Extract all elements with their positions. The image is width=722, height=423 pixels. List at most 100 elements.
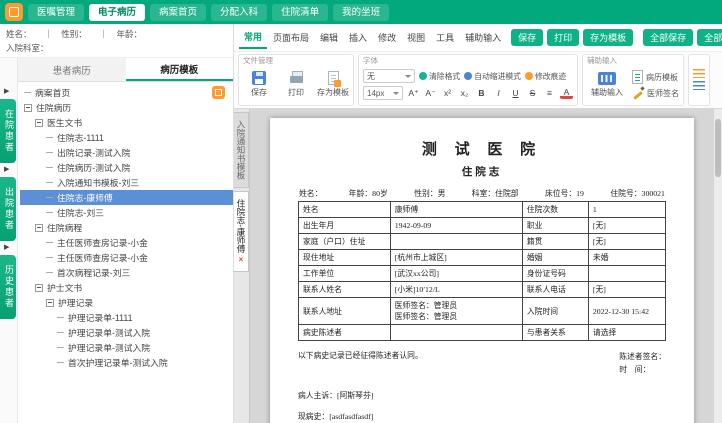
tree-item[interactable]: 主任医师查房记录-小金 xyxy=(20,250,233,265)
chief-complaint-line[interactable]: 病人主诉：[阿斯琴芬] xyxy=(298,390,666,401)
cell-value[interactable]: [无] xyxy=(587,281,667,298)
present-illness-line[interactable]: 现病史：[asdfasdfasdf] xyxy=(298,411,666,422)
ribbon-tab-view[interactable]: 视图 xyxy=(402,27,430,48)
tab-patient-records[interactable]: 患者病历 xyxy=(18,58,126,81)
catalog-list-icon[interactable] xyxy=(693,81,705,90)
homepage-template-icon[interactable] xyxy=(212,86,225,99)
cell-value[interactable] xyxy=(587,265,667,282)
close-all-button[interactable]: 全部关闭 xyxy=(697,29,722,46)
page-container[interactable]: 测 试 医 院 住院志 姓名： 年龄：80岁 性别：男 科室：住院部 床位号：1… xyxy=(250,109,714,423)
cell-value[interactable]: [武汉xx公司] xyxy=(389,265,523,282)
tree-node-nursing-records[interactable]: 护理记录 xyxy=(20,295,233,310)
cell-value[interactable]: 请选择 xyxy=(587,324,667,341)
nav-tab-emr[interactable]: 电子病历 xyxy=(89,3,146,21)
strikethrough-button[interactable]: S xyxy=(526,86,539,100)
bold-button[interactable]: B xyxy=(475,86,488,100)
tree-collapse-icon[interactable] xyxy=(35,223,43,232)
cell-value[interactable]: [无] xyxy=(587,217,667,234)
tree-item[interactable]: 首次病程记录-刘三 xyxy=(20,265,233,280)
tree-item-homepage[interactable]: 病案首页 xyxy=(20,85,233,100)
nav-tab-assign-dept[interactable]: 分配入科 xyxy=(211,3,268,21)
cell-value[interactable]: 1 xyxy=(587,201,667,218)
tree-collapse-icon[interactable] xyxy=(35,118,43,127)
tree-item-selected[interactable]: 住院志-康师傅 xyxy=(20,190,233,205)
tree-item[interactable]: 护理记录单-1111 xyxy=(20,310,233,325)
ribbon-tab-page-layout[interactable]: 页面布局 xyxy=(268,27,314,48)
font-size-select[interactable]: 14px xyxy=(363,86,403,100)
subscript-button[interactable]: x₂ xyxy=(458,86,471,100)
signer-label[interactable]: 陈述者签名： xyxy=(619,350,666,363)
ribbon-tab-tools[interactable]: 工具 xyxy=(431,27,459,48)
cell-value[interactable] xyxy=(389,233,523,250)
underline-button[interactable]: U xyxy=(509,86,522,100)
tree-item[interactable]: 住院志-刘三 xyxy=(20,205,233,220)
record-template-button[interactable]: 病历模板 xyxy=(632,70,679,84)
present-illness-value[interactable]: [asdfasdfasdf] xyxy=(329,412,373,421)
tree-node-nurse-docs[interactable]: 护士文书 xyxy=(20,280,233,295)
vertical-scrollbar[interactable] xyxy=(714,109,722,423)
cell-value[interactable]: 1942-09-09 xyxy=(389,217,523,234)
ribbon-tab-common[interactable]: 常用 xyxy=(239,26,268,49)
cell-value[interactable]: 未婚 xyxy=(587,249,667,266)
tree-item[interactable]: 住院志-1111 xyxy=(20,130,233,145)
nav-tab-inpatient-list[interactable]: 住院清单 xyxy=(272,3,329,21)
font-family-select[interactable]: 无 xyxy=(363,69,415,83)
side-tab-history[interactable]: 历史患者 xyxy=(0,255,16,319)
tree-collapse-icon[interactable] xyxy=(24,103,32,112)
font-bigger-button[interactable]: A⁺ xyxy=(407,86,420,100)
tab-record-templates[interactable]: 病历模板 xyxy=(125,58,233,81)
tree-item[interactable]: 护理记录单-测试入院 xyxy=(20,340,233,355)
scrollbar-thumb[interactable] xyxy=(715,119,721,177)
ribbon-tab-assist-input[interactable]: 辅助输入 xyxy=(460,27,506,48)
tree-node-doctor-docs[interactable]: 医生文书 xyxy=(20,115,233,130)
cell-value[interactable]: [无] xyxy=(587,233,667,250)
superscript-button[interactable]: x² xyxy=(441,86,454,100)
cell-value[interactable] xyxy=(389,324,523,341)
cell-value[interactable]: 2022-12-30 15:42 xyxy=(587,297,667,325)
ribbon-tab-edit[interactable]: 编辑 xyxy=(315,27,343,48)
tree-item[interactable]: 首次护理记录单-测试入院 xyxy=(20,355,233,370)
cell-value[interactable]: [小米]10′12/L xyxy=(389,281,523,298)
chief-complaint-value[interactable]: [阿斯琴芬] xyxy=(337,391,373,400)
medical-record-page[interactable]: 测 试 医 院 住院志 姓名： 年龄：80岁 性别：男 科室：住院部 床位号：1… xyxy=(270,118,694,423)
print-button[interactable]: 打印 xyxy=(547,29,580,46)
font-color-button[interactable]: A xyxy=(560,87,573,99)
side-tab-inpatients[interactable]: 在院患者 xyxy=(0,99,16,163)
ribbon-tab-insert[interactable]: 插入 xyxy=(344,27,372,48)
tree-item[interactable]: 出院记录-测试入院 xyxy=(20,145,233,160)
doc-tab-inpatient-record[interactable]: 住院志-康师傅 × xyxy=(234,190,249,273)
font-smaller-button[interactable]: A⁻ xyxy=(424,86,437,100)
tree-node-inpatient-record[interactable]: 住院病历 xyxy=(20,100,233,115)
tree-item[interactable]: 入院通知书模板-刘三 xyxy=(20,175,233,190)
ribbon-save-template-button[interactable]: 存为模板 xyxy=(317,71,349,98)
time-label[interactable]: 时 间： xyxy=(619,363,666,376)
save-all-button[interactable]: 全部保存 xyxy=(643,29,694,46)
tree-node-progress-notes[interactable]: 住院病程 xyxy=(20,220,233,235)
cell-value[interactable]: 康师傅 xyxy=(389,201,523,218)
assist-input-button[interactable]: 辅助输入 xyxy=(587,71,627,98)
save-as-template-button[interactable]: 存为模板 xyxy=(583,29,634,46)
doctor-signature-button[interactable]: 医师签名 xyxy=(632,87,679,99)
outline-list-icon[interactable] xyxy=(693,69,705,78)
clear-format-toggle[interactable]: 清除格式 xyxy=(419,71,460,82)
side-tab-discharged[interactable]: 出院患者 xyxy=(0,177,16,241)
close-tab-icon[interactable]: × xyxy=(239,255,244,264)
cell-value[interactable]: [杭州市上城区] xyxy=(389,249,523,266)
nav-tab-my-duty[interactable]: 我的坐班 xyxy=(333,3,390,21)
auto-indent-toggle[interactable]: 自动缩进模式 xyxy=(464,71,521,82)
ribbon-print-button[interactable]: 打印 xyxy=(280,71,312,98)
save-button[interactable]: 保存 xyxy=(511,29,544,46)
italic-button[interactable]: I xyxy=(492,86,505,100)
tree-item[interactable]: 住院病历-测试入院 xyxy=(20,160,233,175)
tree-collapse-icon[interactable] xyxy=(35,283,43,292)
tree-item[interactable]: 护理记录单-测试入院 xyxy=(20,325,233,340)
tree-collapse-icon[interactable] xyxy=(46,298,54,307)
tree-item[interactable]: 主任医师查房记录-小金 xyxy=(20,235,233,250)
cell-value[interactable]: 医师签名：管理员 医师签名：管理员 xyxy=(389,297,523,325)
ribbon-tab-modify[interactable]: 修改 xyxy=(373,27,401,48)
revision-marks-toggle[interactable]: 修改痕迹 xyxy=(524,71,566,82)
nav-tab-orders[interactable]: 医嘱管理 xyxy=(28,3,85,21)
nav-tab-medical-record-home[interactable]: 病案首页 xyxy=(150,3,207,21)
align-button[interactable]: ≡ xyxy=(543,86,556,100)
ribbon-save-button[interactable]: 保存 xyxy=(243,71,275,98)
